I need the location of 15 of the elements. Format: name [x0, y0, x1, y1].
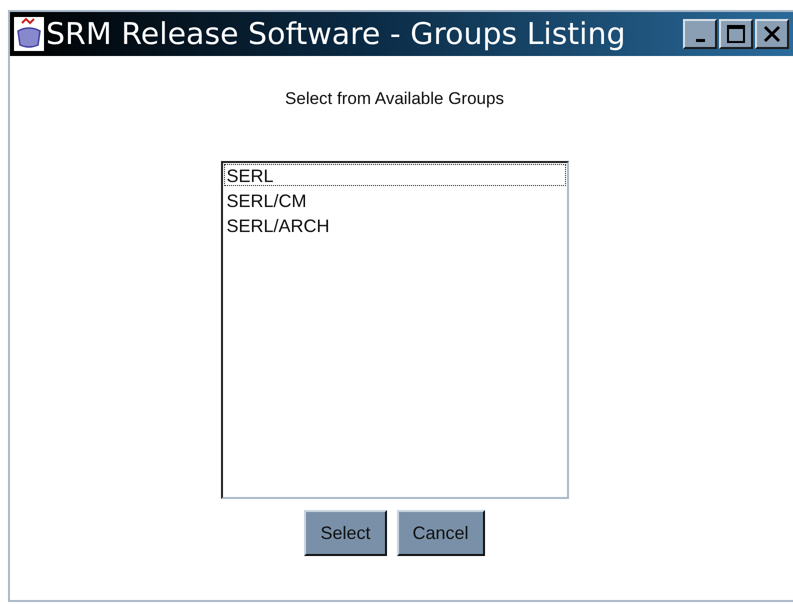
maximize-button[interactable] — [719, 19, 753, 49]
minimize-icon — [696, 38, 704, 42]
prompt-label: Select from Available Groups — [285, 89, 504, 109]
group-item[interactable]: SERL/CM — [224, 189, 566, 211]
cancel-button[interactable]: Cancel — [396, 510, 485, 556]
select-button[interactable]: Select — [304, 510, 386, 556]
minimize-button[interactable] — [683, 19, 717, 49]
group-item[interactable]: SERL/ARCH — [224, 214, 566, 236]
close-icon — [762, 24, 782, 44]
app-logo-icon — [14, 17, 44, 51]
window-title: SRM Release Software - Groups Listing — [46, 16, 627, 52]
close-button[interactable] — [755, 19, 789, 49]
group-item[interactable]: SERL — [224, 164, 566, 186]
groups-list[interactable]: SERL SERL/CM SERL/ARCH — [220, 161, 568, 499]
maximize-icon — [726, 24, 746, 44]
